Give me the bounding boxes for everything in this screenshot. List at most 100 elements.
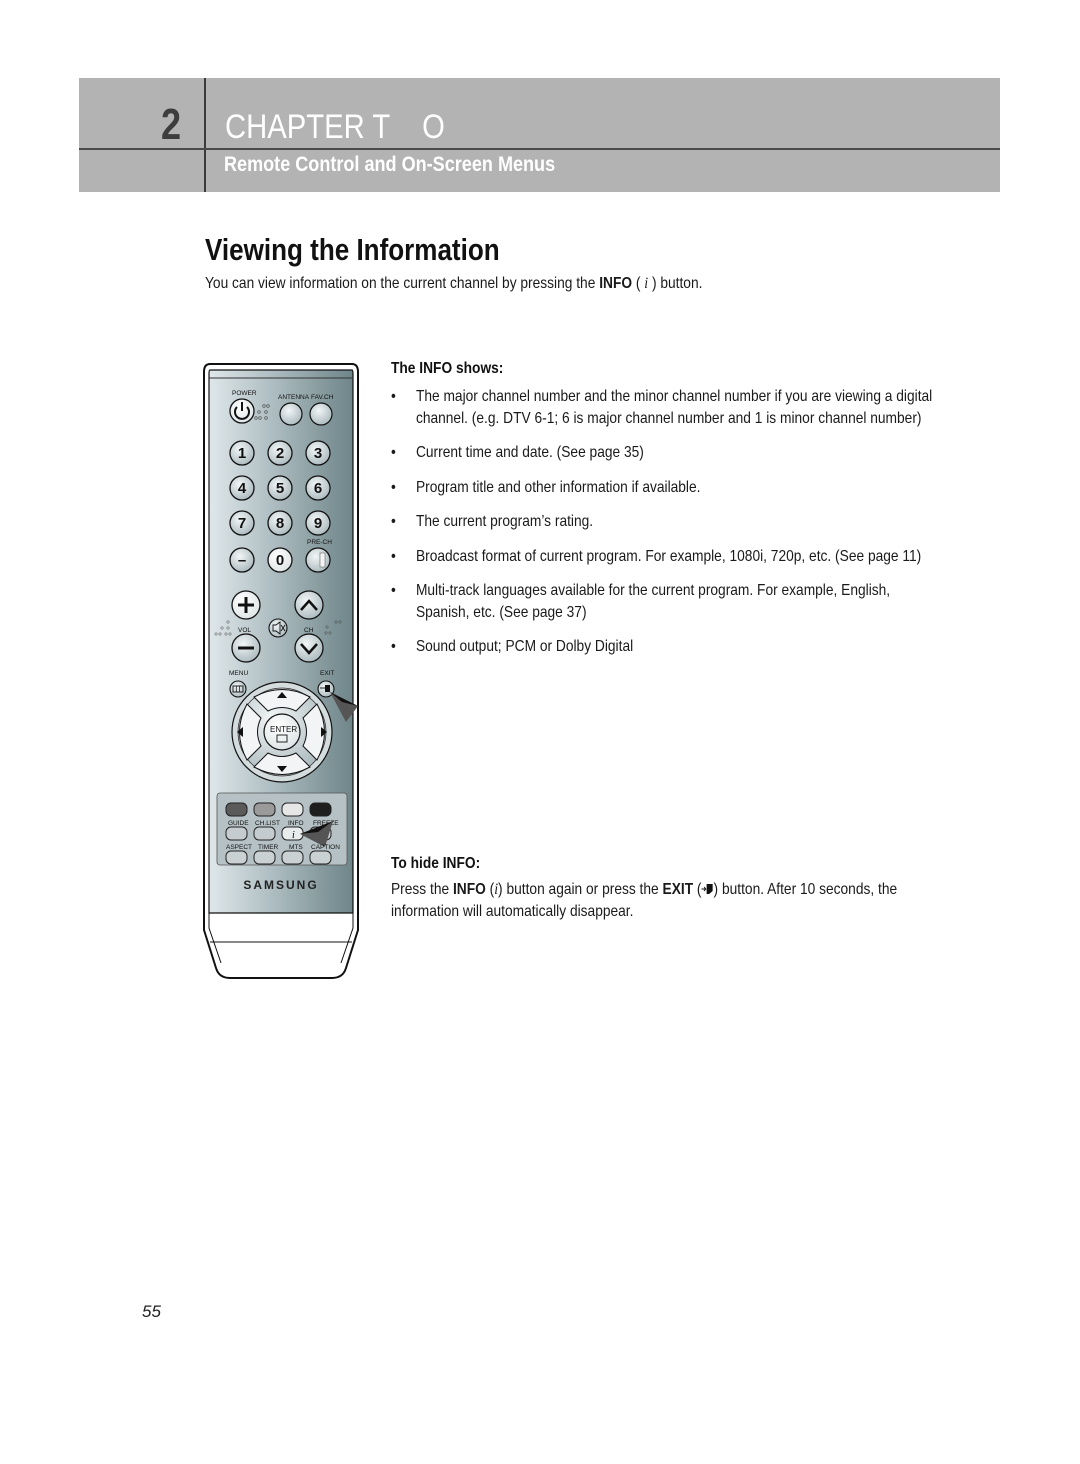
channel-up-button[interactable] — [294, 590, 324, 620]
color-button-2[interactable] — [253, 802, 276, 817]
bullet: • — [391, 388, 396, 405]
digit-button[interactable]: 4 — [229, 475, 255, 501]
exit-icon — [701, 880, 714, 894]
info-shows-item: • The major channel number and the minor … — [391, 386, 941, 429]
color-button-1[interactable] — [225, 802, 248, 817]
mute-button[interactable] — [268, 618, 288, 638]
info-shows-item: • The current program’s rating. — [391, 511, 941, 533]
digit-label: 6 — [314, 480, 322, 497]
info-shows-item-text: Program title and other information if a… — [415, 478, 701, 496]
power-label: POWER — [232, 390, 257, 397]
bullet: • — [391, 513, 396, 530]
hide-text-part: ) button again or press the — [498, 881, 663, 898]
pre-ch-label: PRE-CH — [307, 539, 332, 546]
info-shows-item-text: Broadcast format of current program. For… — [415, 547, 922, 565]
timer-label: TIMER — [258, 844, 279, 851]
info-i-glyph: i — [292, 830, 295, 841]
volume-up-button[interactable] — [231, 590, 261, 620]
chapter-subtitle: Remote Control and On-Screen Menus — [224, 153, 556, 176]
info-shows-heading: The INFO shows: — [391, 360, 504, 377]
antenna-label: ANTENNA — [278, 394, 310, 401]
info-shows-item: • Broadcast format of current program. Fo… — [391, 546, 941, 568]
hide-text-part: Press the — [391, 881, 453, 898]
hide-info-section: To hide INFO: Press the INFO (i) button … — [391, 855, 941, 923]
digit-label: – — [238, 552, 246, 569]
hide-info-bold: INFO — [452, 881, 486, 898]
exit-label: EXIT — [320, 670, 334, 677]
digit-button[interactable]: 3 — [305, 440, 331, 466]
bullet: • — [391, 478, 396, 496]
bullet: • — [391, 582, 396, 599]
header-divider-vertical — [204, 78, 206, 192]
antenna-button[interactable] — [279, 402, 303, 426]
intro-text: You can view information on the current … — [205, 275, 702, 293]
ch-list-label: CH.LIST — [255, 820, 280, 827]
guide-button[interactable] — [225, 826, 248, 841]
hide-info-text: Press the INFO (i) button again or press… — [391, 879, 941, 923]
digit-button[interactable]: 6 — [305, 475, 331, 501]
menu-button[interactable] — [229, 680, 247, 698]
menu-label: MENU — [229, 670, 248, 677]
power-button[interactable] — [229, 398, 255, 424]
volume-down-button[interactable] — [231, 633, 261, 663]
bullet: • — [391, 547, 396, 565]
pre-ch-icon — [319, 552, 326, 568]
digit-label: 2 — [276, 445, 284, 462]
pre-ch-button[interactable] — [305, 547, 331, 573]
digit-label: 9 — [314, 515, 322, 532]
exit-icon — [325, 685, 330, 692]
info-shows-item-text: Current time and date. (See page 35) — [415, 444, 644, 461]
info-shows-item: • Current time and date. (See page 35) — [391, 442, 941, 464]
section-title: Viewing the Information — [205, 232, 500, 267]
aspect-button[interactable] — [225, 850, 248, 865]
info-shows-item-text: Multi-track languages available for the … — [415, 582, 891, 621]
digit-label: 3 — [314, 445, 322, 462]
ch-list-button[interactable] — [253, 826, 276, 841]
chapter-number: 2 — [161, 100, 181, 149]
mts-label: MTS — [289, 844, 303, 851]
hide-info-heading: To hide INFO: — [391, 855, 481, 872]
header-divider-horizontal — [79, 148, 1000, 150]
info-shows-list: • The major channel number and the minor … — [391, 386, 941, 658]
enter-label: ENTER — [270, 725, 297, 734]
digit-label: 7 — [238, 515, 246, 532]
digit-label: 0 — [276, 552, 284, 569]
timer-button[interactable] — [253, 850, 276, 865]
chapter-header: 2 CHAPTER T O Remote Control and On-Scre… — [79, 78, 1000, 192]
vol-label: VOL — [238, 627, 251, 634]
hide-paren: ( — [693, 881, 702, 898]
channel-down-button[interactable] — [294, 633, 324, 663]
info-shows-item: • Multi-track languages available for the… — [391, 580, 941, 623]
digit-button[interactable]: 2 — [267, 440, 293, 466]
enter-button[interactable]: ENTER — [263, 713, 301, 751]
color-button-4[interactable] — [309, 802, 332, 817]
guide-label: GUIDE — [228, 820, 249, 827]
digit-button[interactable]: 8 — [267, 510, 293, 536]
digit-button[interactable]: 7 — [229, 510, 255, 536]
info-shows-item-text: Sound output; PCM or Dolby Digital — [415, 638, 634, 655]
digit-button[interactable]: 0 — [267, 547, 293, 573]
info-shows-item-text: The current program’s rating. — [415, 513, 594, 530]
hide-paren: ( — [485, 881, 495, 898]
caption-label: CAPTION — [311, 844, 340, 851]
chapter-title: CHAPTER T O — [225, 108, 445, 146]
digit-label: 8 — [276, 515, 284, 532]
caption-button[interactable] — [309, 850, 332, 865]
remote-control-illustration: POWER ANTENNA FAV.CH 1 2 3 4 5 6 7 8 9 – 0 PRE-CH — [196, 360, 366, 990]
bullet: • — [391, 444, 396, 461]
aspect-label: ASPECT — [226, 844, 252, 851]
digit-button[interactable]: 1 — [229, 440, 255, 466]
digit-button[interactable]: 5 — [267, 475, 293, 501]
bullet: • — [391, 638, 396, 655]
intro-paren-open: ( — [632, 275, 645, 292]
digit-button[interactable]: – — [229, 547, 255, 573]
hide-exit-bold: EXIT — [662, 881, 694, 898]
mts-button[interactable] — [281, 850, 304, 865]
page-number: 55 — [142, 1302, 161, 1321]
color-button-3[interactable] — [281, 802, 304, 817]
samsung-logo: SAMSUNG — [243, 878, 318, 892]
fav-ch-button[interactable] — [309, 402, 333, 426]
ch-label: CH — [304, 627, 314, 634]
info-shows-item-text: The major channel number and the minor c… — [415, 388, 933, 427]
digit-button[interactable]: 9 — [305, 510, 331, 536]
